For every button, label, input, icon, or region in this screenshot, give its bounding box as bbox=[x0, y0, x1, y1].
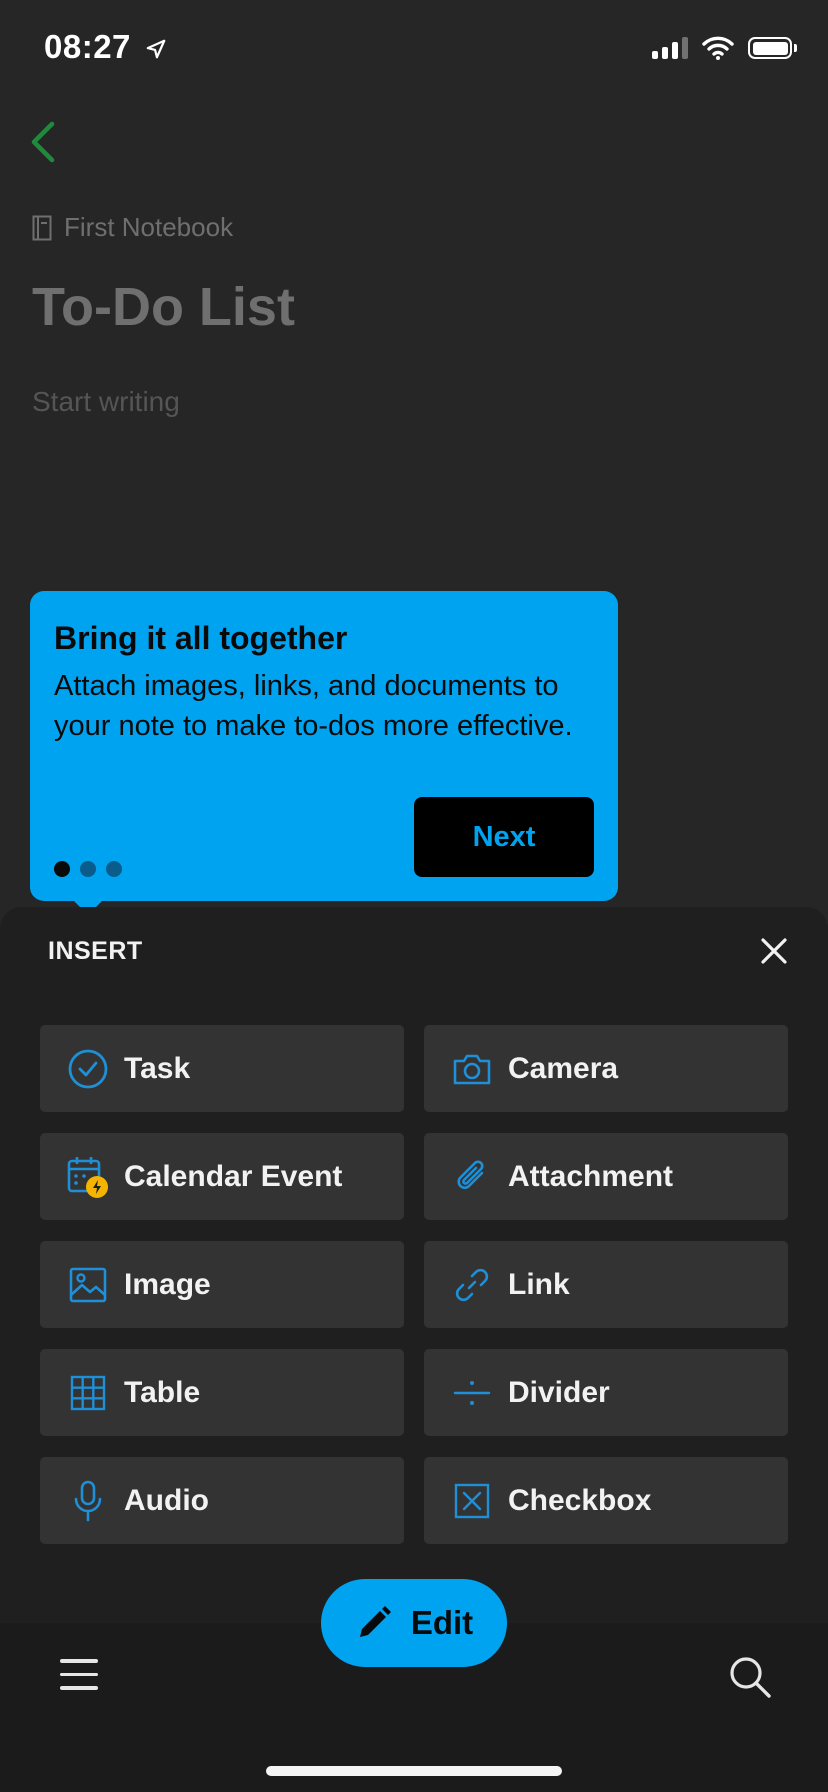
paperclip-icon bbox=[450, 1155, 494, 1199]
image-icon bbox=[66, 1263, 110, 1307]
time-text: 08:27 bbox=[44, 28, 131, 65]
microphone-icon bbox=[66, 1479, 110, 1523]
battery-icon bbox=[748, 37, 797, 59]
edit-button[interactable]: Edit bbox=[321, 1579, 507, 1667]
check-circle-icon bbox=[66, 1047, 110, 1091]
back-button[interactable] bbox=[26, 118, 60, 171]
insert-item-label: Table bbox=[124, 1375, 201, 1409]
insert-task-button[interactable]: Task bbox=[40, 1025, 404, 1112]
insert-attachment-button[interactable]: Attachment bbox=[424, 1133, 788, 1220]
divider-icon bbox=[450, 1371, 494, 1415]
page-dot bbox=[106, 861, 122, 877]
insert-divider-button[interactable]: Divider bbox=[424, 1349, 788, 1436]
close-icon[interactable] bbox=[758, 935, 790, 967]
status-time: 08:27 bbox=[44, 28, 167, 66]
insert-item-label: Image bbox=[124, 1267, 211, 1301]
insert-item-label: Audio bbox=[124, 1483, 209, 1517]
note-title[interactable]: To-Do List bbox=[32, 276, 295, 338]
menu-icon[interactable] bbox=[60, 1659, 98, 1690]
notebook-selector[interactable]: First Notebook bbox=[32, 212, 233, 243]
table-icon bbox=[66, 1371, 110, 1415]
insert-table-button[interactable]: Table bbox=[40, 1349, 404, 1436]
camera-icon bbox=[450, 1047, 494, 1091]
note-body-placeholder[interactable]: Start writing bbox=[32, 386, 180, 418]
insert-checkbox-button[interactable]: Checkbox bbox=[424, 1457, 788, 1544]
edit-label: Edit bbox=[410, 1604, 474, 1641]
wifi-icon bbox=[702, 36, 734, 60]
tooltip-title: Bring it all together bbox=[54, 620, 348, 656]
link-icon bbox=[450, 1263, 494, 1307]
insert-calendar-event-button[interactable]: Calendar Event bbox=[40, 1133, 404, 1220]
page-dot bbox=[54, 861, 70, 877]
home-indicator[interactable] bbox=[266, 1766, 562, 1776]
checkbox-icon bbox=[450, 1479, 494, 1523]
insert-image-button[interactable]: Image bbox=[40, 1241, 404, 1328]
insert-camera-button[interactable]: Camera bbox=[424, 1025, 788, 1112]
insert-sheet: INSERT Task Camera Calendar Event Attach… bbox=[0, 907, 828, 1627]
page-dot bbox=[80, 861, 96, 877]
insert-item-label: Camera bbox=[508, 1051, 619, 1085]
calendar-event-icon bbox=[66, 1155, 110, 1199]
insert-grid: Task Camera Calendar Event Attachment Im… bbox=[40, 1025, 788, 1544]
tooltip-page-dots bbox=[54, 861, 122, 877]
onboarding-tooltip: Bring it all together Attach images, lin… bbox=[30, 591, 618, 915]
pencil-icon bbox=[359, 1606, 391, 1637]
insert-link-button[interactable]: Link bbox=[424, 1241, 788, 1328]
notebook-name: First Notebook bbox=[64, 212, 234, 242]
insert-item-label: Checkbox bbox=[508, 1483, 652, 1517]
location-arrow-icon bbox=[146, 39, 165, 59]
chevron-left-icon bbox=[31, 121, 55, 163]
cellular-signal-icon bbox=[652, 37, 688, 59]
tooltip-text: Attach images, links, and documents to y… bbox=[54, 670, 573, 742]
notebook-icon bbox=[32, 215, 52, 240]
insert-item-label: Attachment bbox=[508, 1159, 674, 1193]
insert-item-label: Task bbox=[124, 1051, 191, 1085]
next-button[interactable]: Next bbox=[414, 797, 594, 877]
sheet-title: INSERT bbox=[48, 937, 143, 965]
search-icon[interactable] bbox=[728, 1655, 772, 1699]
insert-item-label: Divider bbox=[508, 1375, 610, 1409]
insert-item-label: Calendar Event bbox=[124, 1159, 343, 1193]
insert-audio-button[interactable]: Audio bbox=[40, 1457, 404, 1544]
insert-item-label: Link bbox=[508, 1267, 570, 1301]
status-indicators bbox=[652, 36, 797, 60]
